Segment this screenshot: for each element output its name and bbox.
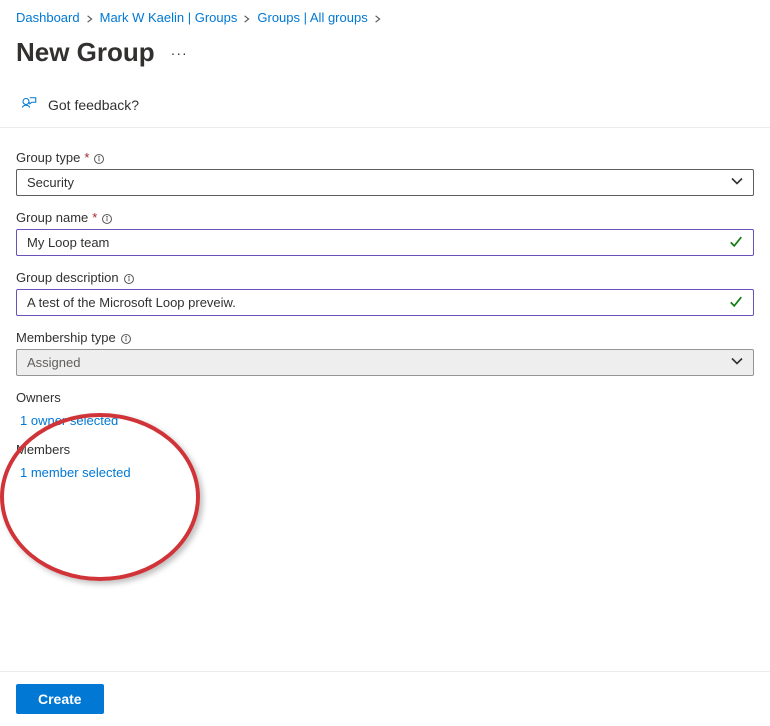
- breadcrumb-user-groups[interactable]: Mark W Kaelin | Groups: [100, 10, 238, 25]
- page-title: New Group: [16, 37, 155, 68]
- chevron-down-icon: [731, 355, 743, 370]
- group-type-value: Security: [27, 175, 74, 190]
- page-header: New Group ···: [0, 31, 770, 80]
- feedback-icon: [20, 94, 38, 115]
- membership-type-label: Membership type: [16, 330, 116, 345]
- group-name-label: Group name: [16, 210, 88, 225]
- group-type-label: Group type: [16, 150, 80, 165]
- chevron-down-icon: [731, 175, 743, 190]
- members-selected-link[interactable]: 1 member selected: [16, 465, 754, 480]
- members-label: Members: [16, 442, 754, 457]
- owners-selected-link[interactable]: 1 owner selected: [16, 413, 754, 428]
- required-indicator: *: [84, 150, 89, 165]
- chevron-right-icon: [374, 10, 382, 25]
- breadcrumb: Dashboard Mark W Kaelin | Groups Groups …: [0, 0, 770, 31]
- breadcrumb-dashboard[interactable]: Dashboard: [16, 10, 80, 25]
- feedback-bar[interactable]: Got feedback?: [0, 80, 770, 128]
- chevron-right-icon: [86, 10, 94, 25]
- chevron-right-icon: [243, 10, 251, 25]
- group-description-label: Group description: [16, 270, 119, 285]
- info-icon[interactable]: [120, 330, 132, 345]
- info-icon[interactable]: [93, 150, 105, 165]
- bottom-bar: Create: [0, 671, 770, 726]
- form-section: Group type * Security Group name * My Lo…: [0, 128, 770, 490]
- more-actions-button[interactable]: ···: [171, 45, 188, 61]
- check-icon: [729, 294, 743, 311]
- group-name-field: Group name * My Loop team: [16, 210, 754, 256]
- create-button[interactable]: Create: [16, 684, 104, 714]
- group-description-value: A test of the Microsoft Loop preveiw.: [27, 295, 236, 310]
- group-name-value: My Loop team: [27, 235, 109, 250]
- group-type-field: Group type * Security: [16, 150, 754, 196]
- membership-type-value: Assigned: [27, 355, 80, 370]
- membership-type-select[interactable]: Assigned: [16, 349, 754, 376]
- group-description-field: Group description A test of the Microsof…: [16, 270, 754, 316]
- info-icon[interactable]: [123, 270, 135, 285]
- breadcrumb-all-groups[interactable]: Groups | All groups: [257, 10, 367, 25]
- check-icon: [729, 234, 743, 251]
- group-name-input[interactable]: My Loop team: [16, 229, 754, 256]
- group-description-input[interactable]: A test of the Microsoft Loop preveiw.: [16, 289, 754, 316]
- membership-type-field: Membership type Assigned: [16, 330, 754, 376]
- info-icon[interactable]: [101, 210, 113, 225]
- feedback-label: Got feedback?: [48, 97, 139, 113]
- group-type-select[interactable]: Security: [16, 169, 754, 196]
- required-indicator: *: [92, 210, 97, 225]
- owners-label: Owners: [16, 390, 754, 405]
